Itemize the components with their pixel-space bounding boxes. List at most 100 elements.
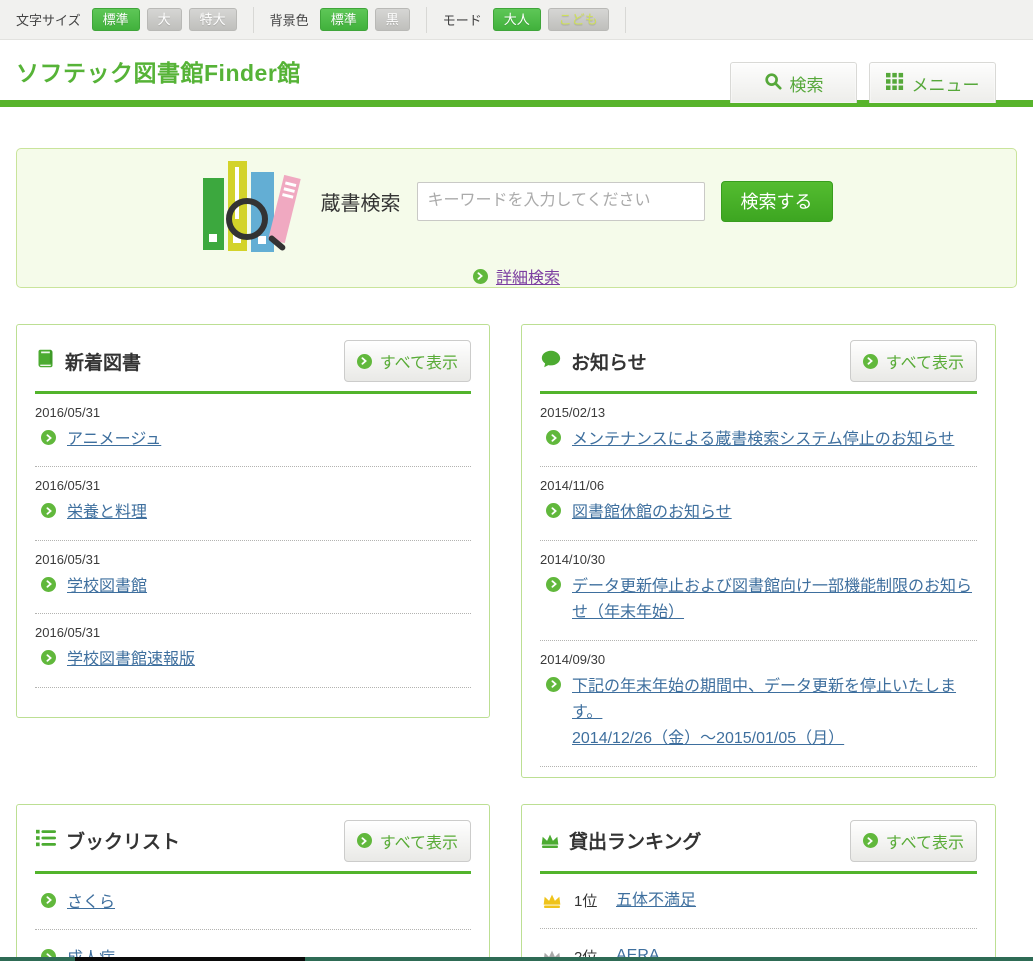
font-size-large-button[interactable]: 大: [147, 8, 182, 31]
advanced-search-link[interactable]: 詳細検索: [496, 264, 560, 288]
panels-grid: 新着図書 すべて表示 2016/05/31 アニメージュ: [16, 324, 1017, 961]
item-link-row: 図書館休館のお知らせ: [540, 493, 977, 539]
font-size-group: 文字サイズ 標準 大 特大: [16, 8, 237, 31]
new-books-panel: 新着図書 すべて表示 2016/05/31 アニメージュ: [16, 324, 490, 718]
header-menu-button[interactable]: メニュー: [869, 62, 996, 103]
item-link[interactable]: アニメージュ: [67, 427, 161, 453]
header-search-button[interactable]: 検索: [730, 62, 857, 103]
item-date: 2014/09/30: [540, 652, 977, 667]
arrow-circle-icon: [546, 503, 561, 518]
font-size-xlarge-button[interactable]: 特大: [189, 8, 237, 31]
item-date: 2016/05/31: [35, 478, 471, 493]
show-all-button[interactable]: すべて表示: [850, 820, 977, 862]
list-icon: [35, 828, 57, 853]
item-link-row: メンテナンスによる蔵書検索システム停止のお知らせ: [540, 420, 977, 466]
item-date: 2014/10/30: [540, 552, 977, 567]
panel-header: 新着図書 すべて表示: [35, 340, 471, 382]
show-all-button[interactable]: すべて表示: [344, 340, 471, 382]
list-item: 2015/02/13 メンテナンスによる蔵書検索システム停止のお知らせ: [540, 405, 977, 467]
item-date: 2015/02/13: [540, 405, 977, 420]
panel-title: 新着図書: [65, 348, 141, 375]
background-color-label: 背景色: [270, 10, 309, 29]
item-date: 2016/05/31: [35, 405, 471, 420]
toolbar-divider: [253, 7, 254, 33]
show-all-label: すべて表示: [380, 829, 458, 853]
arrow-circle-icon: [546, 577, 561, 592]
panel-title: 貸出ランキング: [569, 827, 701, 854]
header-menu-label: メニュー: [912, 71, 980, 96]
arrow-circle-icon: [41, 577, 56, 592]
item-link-row: データ更新停止および図書館向け一部機能制限のお知らせ（年末年始）: [540, 567, 977, 640]
font-size-normal-button[interactable]: 標準: [92, 8, 140, 31]
list-item: 2016/05/31 栄養と料理: [35, 478, 471, 540]
panel-header: お知らせ すべて表示: [540, 340, 977, 382]
arrow-circle-icon: [546, 677, 561, 692]
book-shape: [203, 178, 224, 250]
item-link[interactable]: 学校図書館速報版: [67, 647, 195, 673]
accessibility-toolbar: 文字サイズ 標準 大 特大 背景色 標準 黒 モード 大人 こども: [0, 0, 1033, 40]
item-link[interactable]: データ更新停止および図書館向け一部機能制限のお知らせ（年末年始）: [572, 574, 977, 627]
list-item: 2016/05/31 アニメージュ: [35, 405, 471, 467]
speech-bubble-icon: [540, 348, 562, 375]
show-all-button[interactable]: すべて表示: [850, 340, 977, 382]
header-buttons: 検索 メニュー: [730, 62, 996, 103]
item-date: 2016/05/31: [35, 625, 471, 640]
footer-edge-bar: [0, 957, 1033, 961]
mode-adult-button[interactable]: 大人: [493, 8, 541, 31]
books-magnifier-illustration: [201, 148, 297, 254]
bg-normal-button[interactable]: 標準: [320, 8, 368, 31]
ranking-item: 1位 五体不満足: [540, 874, 977, 929]
toolbar-divider: [625, 7, 626, 33]
item-link-row: さくら: [35, 874, 471, 929]
item-link[interactable]: 下記の年末年始の期間中、データ更新を停止いたします。 2014/12/26（金）…: [572, 674, 977, 753]
panel-accent-rule: [540, 391, 977, 394]
show-all-label: すべて表示: [886, 829, 964, 853]
item-link[interactable]: さくら: [67, 890, 115, 916]
arrow-circle-icon: [863, 354, 878, 369]
search-icon: [764, 72, 782, 95]
item-link[interactable]: メンテナンスによる蔵書検索システム停止のお知らせ: [572, 427, 954, 453]
keyword-input[interactable]: [417, 182, 705, 221]
arrow-circle-icon: [41, 430, 56, 445]
main-content: 蔵書検索 検索する 詳細検索 新着図書: [0, 148, 1033, 961]
panel-title: ブックリスト: [66, 827, 180, 854]
arrow-circle-icon: [41, 650, 56, 665]
panel-header: ブックリスト すべて表示: [35, 820, 471, 862]
footer-dark-segment: [75, 957, 305, 961]
magnifier-icon: [226, 198, 268, 240]
notices-panel: お知らせ すべて表示 2015/02/13 メンテナンスによる蔵書検索システム停…: [521, 324, 996, 778]
site-title: ソフテック図書館Finder館: [16, 54, 301, 88]
gold-crown-icon: [542, 892, 562, 909]
bg-black-button[interactable]: 黒: [375, 8, 410, 31]
item-link[interactable]: 栄養と料理: [67, 500, 147, 526]
background-color-group: 背景色 標準 黒: [270, 8, 410, 31]
item-link-row: 学校図書館: [35, 567, 471, 613]
mode-kids-button[interactable]: こども: [548, 8, 609, 31]
book-icon: [35, 348, 56, 374]
list-item: 2014/09/30 下記の年末年始の期間中、データ更新を停止いたします。 20…: [540, 652, 977, 767]
booklist-panel: ブックリスト すべて表示 さくら: [16, 804, 490, 961]
show-all-label: すべて表示: [886, 349, 964, 373]
list-item: 2014/10/30 データ更新停止および図書館向け一部機能制限のお知らせ（年末…: [540, 552, 977, 641]
item-link-row: 学校図書館速報版: [35, 640, 471, 686]
arrow-circle-icon: [41, 503, 56, 518]
item-date: 2014/11/06: [540, 478, 977, 493]
panel-title: お知らせ: [571, 348, 647, 375]
item-link[interactable]: 五体不満足: [616, 888, 696, 914]
list-item: 2014/11/06 図書館休館のお知らせ: [540, 478, 977, 540]
item-date: 2016/05/31: [35, 552, 471, 567]
item-link[interactable]: 図書館休館のお知らせ: [572, 500, 732, 526]
search-submit-button[interactable]: 検索する: [721, 181, 833, 222]
item-link[interactable]: 学校図書館: [67, 574, 147, 600]
catalog-search-box: 蔵書検索 検索する 詳細検索: [16, 148, 1017, 288]
item-link-row: アニメージュ: [35, 420, 471, 466]
panel-header: 貸出ランキング すべて表示: [540, 820, 977, 862]
ranking-panel: 貸出ランキング すべて表示 1位 五体不満足: [521, 804, 996, 961]
arrow-circle-icon: [863, 833, 878, 848]
arrow-circle-icon: [41, 893, 56, 908]
item-link-row: 下記の年末年始の期間中、データ更新を停止いたします。 2014/12/26（金）…: [540, 667, 977, 766]
arrow-circle-icon: [357, 354, 372, 369]
show-all-button[interactable]: すべて表示: [344, 820, 471, 862]
catalog-search-row: 蔵書検索 検索する: [17, 148, 1016, 254]
arrow-circle-icon: [357, 833, 372, 848]
